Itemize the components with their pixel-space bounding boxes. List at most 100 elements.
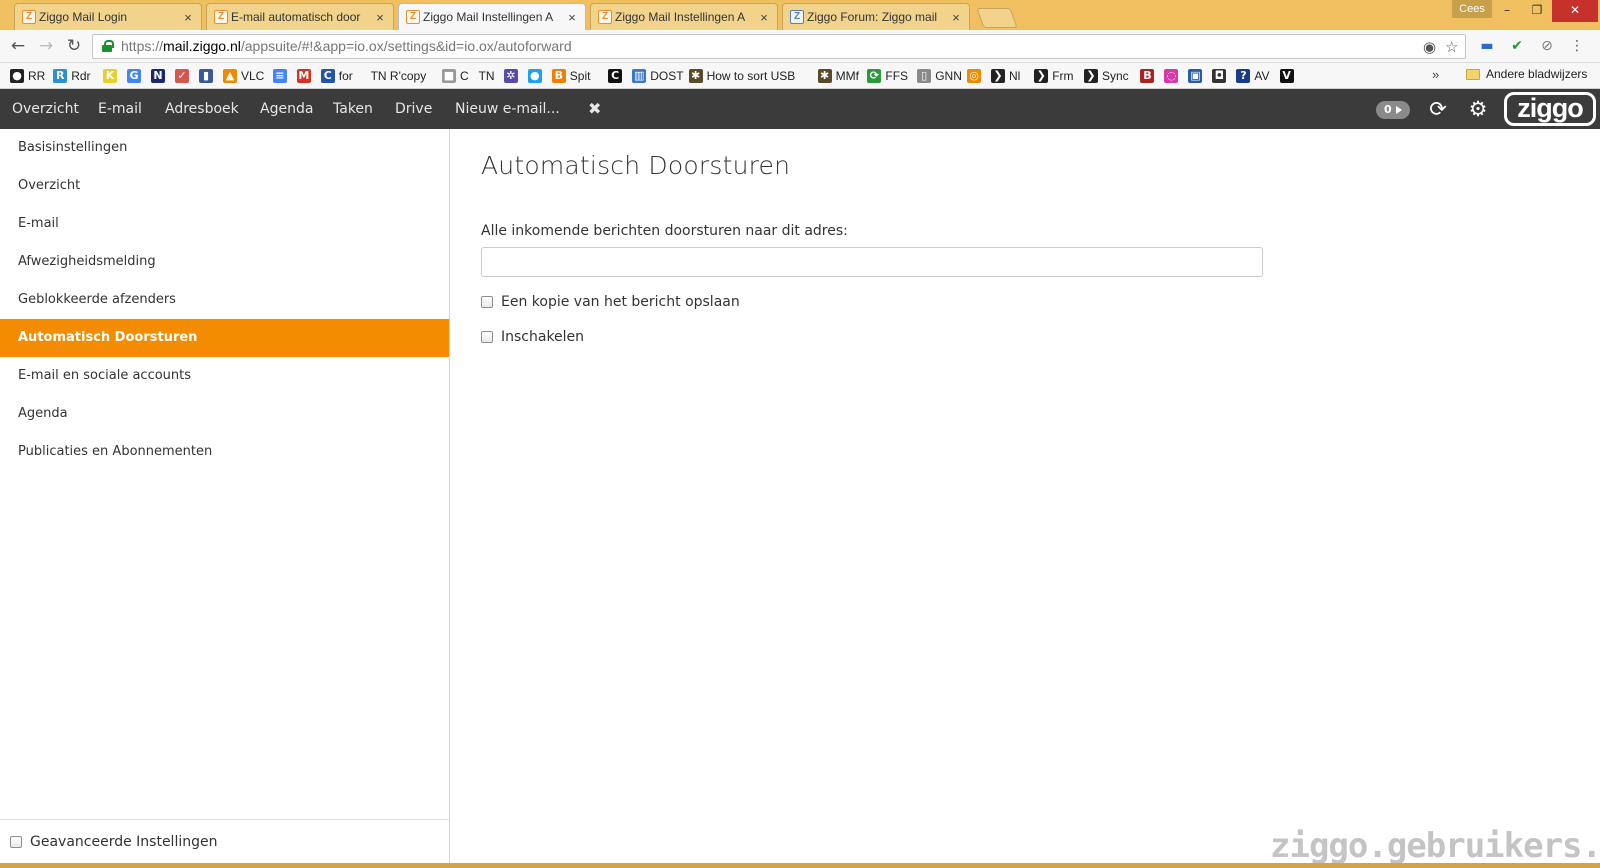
- enable-row: Inschakelen: [481, 329, 584, 345]
- sidebar-item-automatisch-doorsturen[interactable]: Automatisch Doorsturen: [0, 319, 449, 357]
- extension-check-icon[interactable]: ✔: [1508, 37, 1526, 55]
- back-arrow-icon[interactable]: ←: [8, 36, 28, 56]
- bookmark-item[interactable]: V: [1279, 67, 1298, 85]
- close-icon[interactable]: ×: [757, 10, 771, 25]
- nav-taken[interactable]: Taken: [333, 89, 373, 129]
- browser-tab-4[interactable]: Z Ziggo Mail Instellingen A ×: [590, 3, 778, 30]
- bookmark-item[interactable]: K: [103, 67, 121, 85]
- bookmark-favicon-icon: N: [151, 69, 165, 83]
- forward-arrow-icon[interactable]: →: [36, 36, 56, 56]
- close-icon[interactable]: ×: [373, 10, 387, 25]
- gear-icon[interactable]: ⚙: [1466, 97, 1490, 121]
- folder-icon: [1466, 68, 1480, 80]
- window-close-icon[interactable]: ✕: [1552, 0, 1598, 22]
- bookmark-item[interactable]: N: [151, 67, 169, 85]
- bookmark-item[interactable]: B Spit: [551, 67, 590, 85]
- save-copy-checkbox[interactable]: [481, 296, 493, 308]
- browser-tab-2[interactable]: Z E-mail automatisch door ×: [206, 3, 394, 30]
- star-icon[interactable]: ☆: [1445, 36, 1458, 59]
- sidebar-item-publicaties[interactable]: Publicaties en Abonnementen: [0, 433, 449, 471]
- bookmark-item[interactable]: ❯ Nl: [991, 67, 1020, 85]
- restore-icon[interactable]: ❐: [1522, 0, 1552, 22]
- bookmark-item[interactable]: ▲ VLC: [223, 67, 264, 85]
- bookmark-item[interactable]: ●: [527, 67, 546, 85]
- sidebar-item-sociale-accounts[interactable]: E-mail en sociale accounts: [0, 357, 449, 395]
- close-icon[interactable]: ×: [565, 10, 579, 25]
- bookmark-item[interactable]: ✲: [503, 67, 522, 85]
- save-copy-row: Een kopie van het bericht opslaan: [481, 294, 740, 310]
- nav-overzicht[interactable]: Overzicht: [12, 89, 79, 129]
- nav-agenda[interactable]: Agenda: [260, 89, 313, 129]
- advanced-settings-checkbox[interactable]: [10, 835, 22, 848]
- bookmark-item[interactable]: TN R'copy: [371, 67, 427, 85]
- nav-adresboek[interactable]: Adresboek: [165, 89, 239, 129]
- extension-blue-icon[interactable]: ▬: [1478, 37, 1496, 55]
- bookmark-item[interactable]: ≡: [272, 67, 291, 85]
- tab-title: Ziggo Mail Instellingen A: [423, 10, 554, 24]
- bookmark-item[interactable]: Cfor: [320, 67, 353, 85]
- lock-icon: [102, 40, 114, 52]
- minimize-icon[interactable]: –: [1492, 0, 1522, 22]
- bookmark-label: TN R'copy: [370, 69, 427, 83]
- bookmark-item[interactable]: ▯ GNN: [917, 67, 962, 85]
- advanced-settings-label[interactable]: Geavanceerde Instellingen: [30, 834, 217, 850]
- nav-drive[interactable]: Drive: [395, 89, 432, 129]
- bookmark-item[interactable]: ▮: [199, 67, 217, 85]
- bookmark-item[interactable]: ✱ How to sort USB: [688, 67, 795, 85]
- bookmark-favicon-icon: B: [551, 69, 566, 83]
- bookmark-item[interactable]: B: [1140, 67, 1158, 85]
- sidebar-item-agenda[interactable]: Agenda: [0, 395, 449, 433]
- bookmark-favicon-icon: ▮: [199, 69, 213, 83]
- bookmark-item[interactable]: ▥ DOST: [632, 67, 684, 85]
- refresh-icon[interactable]: ⟳: [1426, 97, 1450, 121]
- bookmarks-overflow-icon[interactable]: »: [1432, 67, 1439, 82]
- close-icon[interactable]: ×: [949, 10, 963, 25]
- browser-tab-5[interactable]: Z Ziggo Forum: Ziggo mail ×: [782, 3, 970, 30]
- bookmark-item[interactable]: ● RR: [10, 67, 45, 85]
- browser-tab-3-active[interactable]: Z Ziggo Mail Instellingen A ×: [398, 3, 586, 30]
- settings-main: Automatisch Doorsturen Alle inkomende be…: [481, 129, 1581, 863]
- bookmark-item[interactable]: R Rdr: [53, 67, 91, 85]
- save-copy-label[interactable]: Een kopie van het bericht opslaan: [501, 294, 740, 310]
- menu-icon[interactable]: ⋮: [1568, 37, 1586, 55]
- bookmark-item[interactable]: ✓: [175, 67, 193, 85]
- sidebar-item-basisinstellingen[interactable]: Basisinstellingen: [0, 129, 449, 167]
- close-compose-icon[interactable]: ✖: [588, 89, 601, 129]
- bookmark-item[interactable]: G: [127, 67, 145, 85]
- sidebar-item-geblokkeerde-afzenders[interactable]: Geblokkeerde afzenders: [0, 281, 449, 319]
- sidebar-item-afwezigheidsmelding[interactable]: Afwezigheidsmelding: [0, 243, 449, 281]
- sidebar-item-overzicht[interactable]: Overzicht: [0, 167, 449, 205]
- bookmark-label: Sync: [1102, 69, 1129, 83]
- bookmark-item[interactable]: ◘: [1212, 67, 1230, 85]
- bookmark-item[interactable]: M: [296, 67, 315, 85]
- bookmark-item[interactable]: C: [608, 67, 626, 85]
- bookmark-item[interactable]: ❯ Frm: [1034, 67, 1074, 85]
- reload-icon[interactable]: ↻: [64, 36, 84, 56]
- bookmark-item[interactable]: ⟳ FFS: [867, 67, 908, 85]
- eye-icon[interactable]: ◉: [1423, 36, 1436, 59]
- bookmark-item[interactable]: ▣: [1188, 67, 1206, 85]
- new-tab-button[interactable]: [976, 8, 1018, 28]
- enable-checkbox[interactable]: [481, 331, 493, 343]
- extension-gray-icon[interactable]: ⊘: [1538, 37, 1556, 55]
- profile-badge[interactable]: Cees: [1452, 0, 1492, 18]
- notification-badge[interactable]: 0: [1376, 101, 1410, 119]
- url-input[interactable]: https://mail.ziggo.nl/appsuite/#!&app=io…: [92, 34, 1466, 59]
- sidebar-item-email[interactable]: E-mail: [0, 205, 449, 243]
- nav-nieuw-email[interactable]: Nieuw e-mail...: [455, 89, 560, 129]
- enable-label[interactable]: Inschakelen: [501, 329, 584, 345]
- forward-address-input[interactable]: [481, 247, 1263, 277]
- bookmark-item[interactable]: ? AV: [1236, 67, 1270, 85]
- bookmark-item[interactable]: ■ C: [442, 67, 469, 85]
- bookmark-item[interactable]: TN: [479, 67, 495, 85]
- other-bookmarks[interactable]: Andere bladwijzers: [1466, 67, 1587, 81]
- bookmark-item[interactable]: ◌: [1164, 67, 1182, 85]
- nav-email[interactable]: E-mail: [98, 89, 142, 129]
- bookmark-item[interactable]: ✱ MMf: [817, 67, 859, 85]
- bookmark-label: TN: [478, 69, 495, 83]
- bookmark-item[interactable]: ◎: [967, 67, 985, 85]
- close-icon[interactable]: ×: [181, 10, 195, 25]
- bookmark-favicon-icon: ❯: [991, 69, 1005, 83]
- browser-tab-1[interactable]: Z Ziggo Mail Login ×: [14, 3, 202, 30]
- bookmark-item[interactable]: ❯ Sync: [1084, 67, 1129, 85]
